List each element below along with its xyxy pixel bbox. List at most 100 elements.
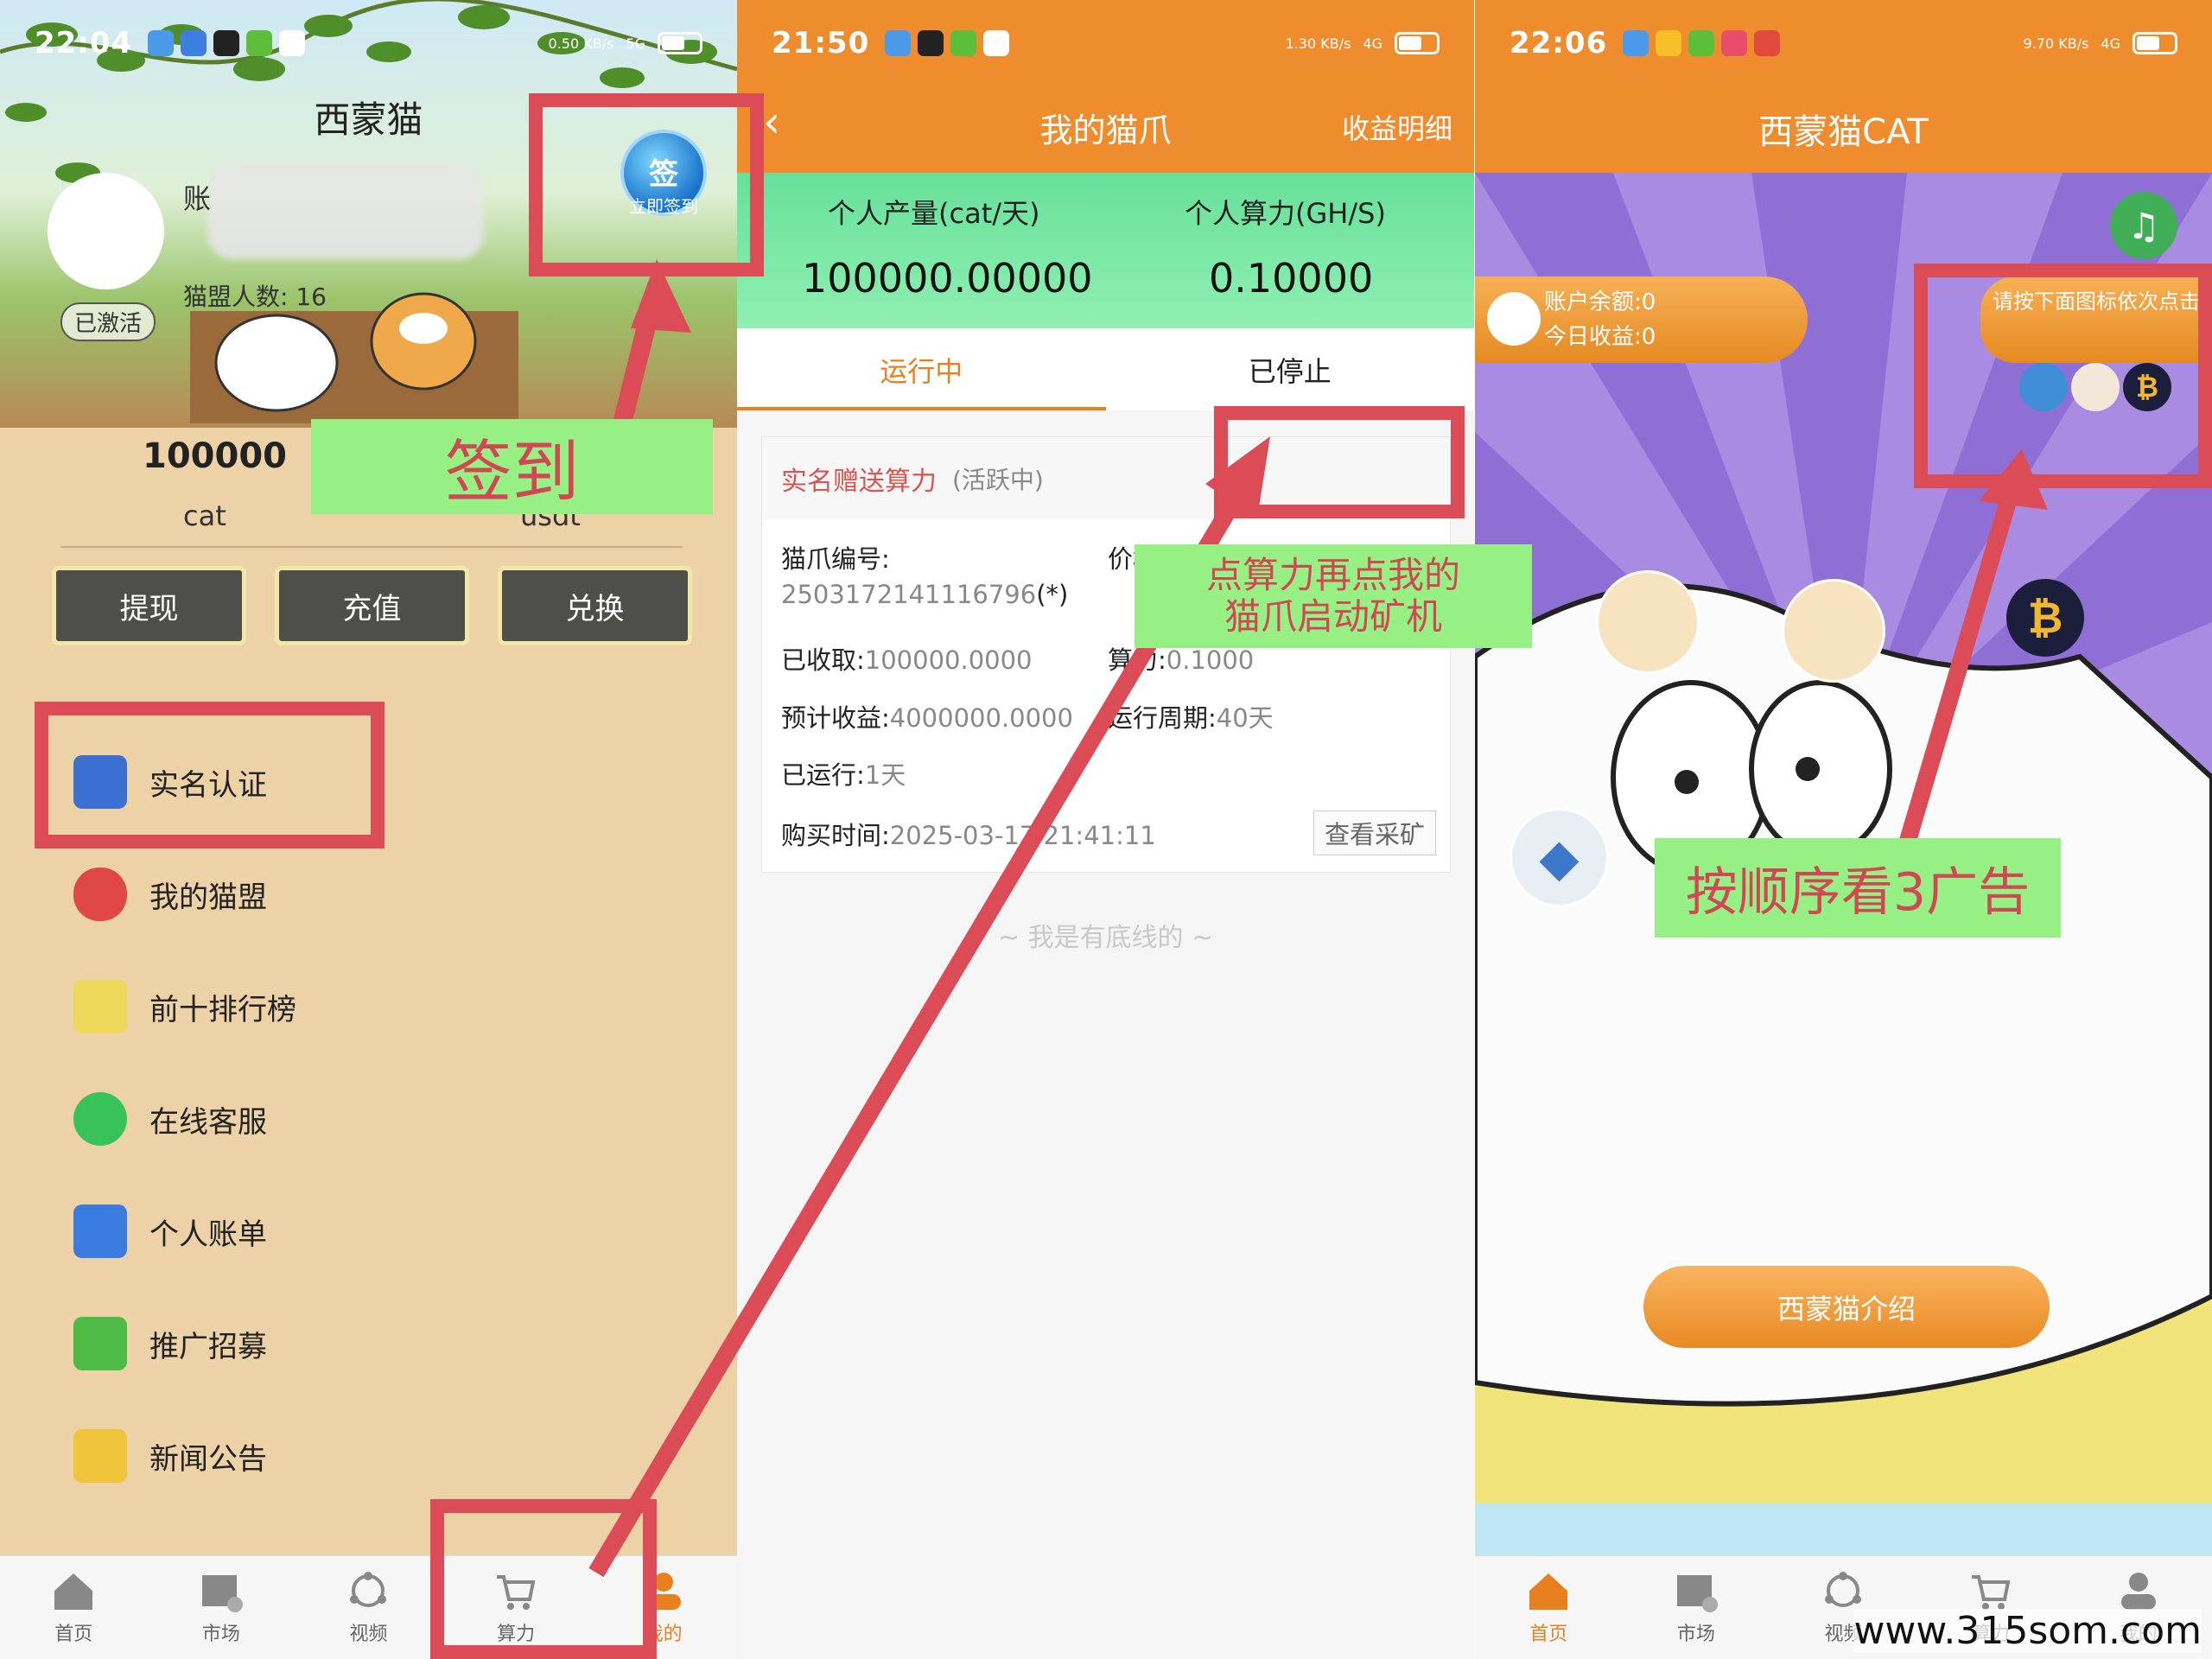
status-time: 22:06 <box>1510 26 1608 60</box>
miner-highlight <box>1214 406 1465 518</box>
app-icon <box>181 30 207 56</box>
app-icon <box>1721 30 1748 56</box>
earnings-detail-link[interactable]: 收益明细 <box>1342 107 1452 147</box>
menu-label: 前十排行榜 <box>149 992 296 1027</box>
tab-label: 首页 <box>54 1623 93 1645</box>
ad-icons-highlight <box>1914 264 2212 488</box>
menu-item-news[interactable]: 新闻公告 <box>73 1421 267 1491</box>
expected-label: 预计收益: <box>781 703 890 733</box>
power-label: 算力: <box>1108 645 1166 675</box>
tab-label: 视频 <box>349 1623 388 1645</box>
tab-stopped[interactable]: 已停止 <box>1106 328 1475 410</box>
user-icon <box>2120 1572 2156 1610</box>
app-icon <box>950 30 977 56</box>
menu-item-bill[interactable]: 个人账单 <box>73 1197 267 1266</box>
buy-time-value: 2025-03-17 21:41:11 <box>889 821 1156 850</box>
card-status: (活跃中) <box>952 465 1044 494</box>
cart-icon <box>1972 1574 2011 1610</box>
tab-label: 市场 <box>201 1623 240 1645</box>
tab-running[interactable]: 运行中 <box>737 328 1106 410</box>
battery-icon <box>2133 32 2177 54</box>
app-icon <box>1623 30 1649 56</box>
avatar <box>1487 292 1541 346</box>
account-label: 账 <box>183 182 212 215</box>
league-count: 猫盟人数: 16 <box>183 283 327 311</box>
network-type: 4G <box>2101 35 2120 52</box>
divider <box>60 546 683 548</box>
tab-home[interactable]: 首页 <box>0 1556 148 1659</box>
menu-label: 我的猫盟 <box>149 880 267 915</box>
masked-account-info <box>207 164 484 259</box>
flag-icon <box>73 1317 127 1370</box>
output-value: 100000.00000 <box>802 255 1093 302</box>
music-icon[interactable]: ♫ <box>2110 192 2177 259</box>
app-icon <box>918 30 944 56</box>
menu-item-top-ten[interactable]: 前十排行榜 <box>73 972 296 1041</box>
view-mining-button[interactable]: 查看采矿 <box>1313 810 1436 855</box>
miner-id: 2503172141116796(*) <box>781 580 1068 609</box>
home-panel: 22:06 9.70 KB/s 4G 西蒙猫CAT ♫ 账户余额:0 今日收益:… <box>1475 0 2212 1659</box>
ads-annotation: 按顺序看3广告 <box>1655 838 2061 938</box>
cycle-row: 运行周期:40天 <box>1108 698 1274 734</box>
status-tabs: 运行中 已停止 <box>737 328 1474 410</box>
peacock-coin-icon[interactable] <box>1596 570 1700 674</box>
document-icon <box>73 1429 127 1483</box>
mining-panel: 21:50 1.30 KB/s 4G ‹ 我的猫爪 收益明细 个人产量(cat/… <box>737 0 1474 1659</box>
notification-icons <box>148 30 306 56</box>
screenshot-root: 账 猫盟人数: 16 已激活 签 立即签到 22:04 0.50 KB/s 5G <box>0 0 2212 1659</box>
list-end-text: ~ 我是有底线的 ~ <box>997 923 1214 953</box>
tab-market[interactable]: 市场 <box>1623 1556 1770 1659</box>
notification-icons <box>885 30 1010 56</box>
watermark: www.315som.com <box>1853 1609 2202 1653</box>
home-icon <box>54 1573 93 1610</box>
withdraw-button[interactable]: 提现 <box>52 566 246 645</box>
balance-text: 账户余额:0 <box>1544 289 1656 315</box>
cat-unit: cat <box>183 499 226 532</box>
bitcoin-coin-icon[interactable]: ₿ <box>2006 579 2084 657</box>
app-icon <box>246 30 273 56</box>
tab-label: 市场 <box>1676 1623 1715 1645</box>
expected-row: 预计收益:4000000.0000 <box>781 698 1073 734</box>
card-title: 实名赠送算力 <box>781 466 937 497</box>
status-right: 0.50 KB/s 5G <box>549 32 702 54</box>
recharge-button[interactable]: 充值 <box>275 566 469 645</box>
chat-icon <box>73 1092 127 1146</box>
bottom-strip <box>1475 1503 2212 1555</box>
network-type: 5G <box>626 35 645 52</box>
podium-icon <box>73 980 127 1033</box>
cycle-label: 运行周期: <box>1108 703 1217 733</box>
power-value: 0.1000 <box>1166 645 1255 675</box>
nav-bar: ‹ 我的猫爪 收益明细 <box>737 95 1474 156</box>
menu-item-promotion[interactable]: 推广招募 <box>73 1309 267 1378</box>
received-label: 已收取: <box>781 645 865 675</box>
miner-id-value: 2503172141116796 <box>781 580 1037 609</box>
menu-item-my-league[interactable]: 我的猫盟 <box>73 860 267 929</box>
status-bar: 21:50 1.30 KB/s 4G <box>737 0 1474 86</box>
tab-home[interactable]: 首页 <box>1475 1556 1623 1659</box>
tab-market[interactable]: 市场 <box>148 1556 296 1659</box>
avatar[interactable] <box>48 173 164 289</box>
power-tab-highlight <box>430 1499 657 1659</box>
status-time: 21:50 <box>772 26 870 60</box>
received-row: 已收取:100000.0000 <box>781 640 1033 677</box>
menu-item-support[interactable]: 在线客服 <box>73 1084 267 1154</box>
exchange-button[interactable]: 兑换 <box>498 566 692 645</box>
tab-video[interactable]: 视频 <box>295 1556 442 1659</box>
mining-annotation-line1: 点算力再点我的 <box>1205 554 1460 596</box>
cat-coin-icon[interactable] <box>1782 579 1885 683</box>
app-icon <box>279 30 306 56</box>
status-bar: 22:06 9.70 KB/s 4G <box>1475 0 2212 86</box>
received-value: 100000.0000 <box>864 645 1033 675</box>
cycle-value: 40天 <box>1216 703 1274 733</box>
intro-button[interactable]: 西蒙猫介绍 <box>1643 1266 2050 1348</box>
app-icon <box>885 30 912 56</box>
status-bar: 22:04 0.50 KB/s 5G <box>0 0 737 86</box>
app-icon <box>213 30 240 56</box>
share-nodes-icon <box>1825 1571 1862 1607</box>
ethereum-coin-icon[interactable]: ◆ <box>1510 808 1609 907</box>
battery-icon <box>1395 32 1440 54</box>
net-speed: 0.50 KB/s <box>548 35 614 52</box>
tab-label: 首页 <box>1529 1623 1568 1645</box>
today-earnings-text: 今日收益:0 <box>1544 324 1656 350</box>
app-icon <box>1754 30 1781 56</box>
